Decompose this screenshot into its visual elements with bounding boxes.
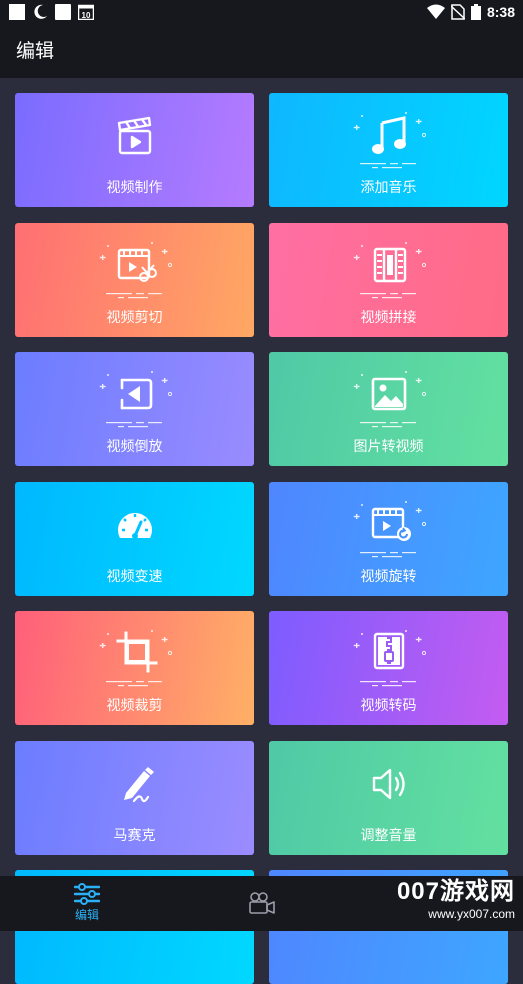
feature-tile-label: 调整音量	[360, 828, 417, 844]
image-icon	[353, 371, 426, 428]
music-note-icon	[353, 112, 426, 169]
feature-tile-label: 视频转码	[360, 698, 417, 714]
feature-tile-label: 视频倒放	[106, 439, 163, 455]
video-camera-icon	[249, 892, 275, 914]
feature-tile[interactable]: 添加音乐	[269, 93, 508, 207]
feature-tile[interactable]: 视频制作	[15, 93, 254, 207]
feature-tile[interactable]: 视频拼接	[269, 223, 508, 337]
feature-tile[interactable]: 调整音量	[269, 741, 508, 855]
crop-icon	[99, 630, 172, 687]
nav-tab-edit[interactable]: 编辑	[27, 876, 147, 931]
clapperboard-icon	[117, 116, 151, 155]
feature-tile-label: 视频剪切	[106, 310, 163, 326]
film-strip-icon	[353, 242, 426, 299]
feature-tile[interactable]: 马赛克	[15, 741, 254, 855]
feature-tile-label: 视频变速	[106, 569, 163, 585]
speaker-icon	[372, 768, 405, 800]
feature-tile[interactable]: 视频裁剪	[15, 611, 254, 725]
feature-tile-label: 视频制作	[106, 180, 163, 196]
feature-tile-label: 视频拼接	[360, 310, 417, 326]
feature-tile[interactable]: 图片转视频	[269, 352, 508, 466]
video-scissors-icon	[99, 242, 172, 299]
moon-icon	[34, 4, 47, 19]
calendar-icon: 10	[78, 4, 94, 20]
battery-icon	[470, 4, 481, 20]
watermark-url: www.yx007.com	[428, 907, 515, 921]
watermark: 007游戏网 www.yx007.com	[397, 878, 515, 922]
feature-tile-label: 视频裁剪	[106, 698, 163, 714]
sliders-icon	[74, 883, 100, 905]
watermark-title: 007游戏网	[396, 878, 515, 905]
feature-tile[interactable]: 视频旋转	[269, 482, 508, 596]
no-sim-icon	[450, 4, 465, 20]
page-title: 编辑	[16, 40, 55, 62]
feature-tile[interactable]: 视频剪切	[15, 223, 254, 337]
square-icon	[9, 4, 25, 20]
app-bar: 编辑	[0, 25, 523, 78]
zip-file-icon	[353, 630, 426, 687]
feature-tile[interactable]: 视频倒放	[15, 352, 254, 466]
feature-tile-label: 图片转视频	[353, 439, 424, 455]
speedometer-icon	[117, 513, 152, 539]
calendar-day: 10	[82, 11, 91, 20]
rewind-icon	[99, 371, 172, 428]
nav-tab-edit-label: 编辑	[74, 908, 99, 922]
feature-tile-label: 添加音乐	[360, 180, 417, 196]
feature-tile-label: 视频旋转	[360, 569, 417, 585]
video-rotate-icon	[353, 501, 426, 558]
feature-tile[interactable]: 视频转码	[269, 611, 508, 725]
feature-tile-label: 马赛克	[113, 828, 156, 844]
square-icon	[55, 4, 71, 20]
pen-icon	[123, 767, 154, 803]
clock: 8:38	[486, 4, 515, 20]
status-bar: 10 8:38	[0, 0, 523, 25]
feature-tile[interactable]: 视频变速	[15, 482, 254, 596]
wifi-icon	[426, 4, 445, 19]
nav-tab-video[interactable]	[202, 876, 322, 931]
